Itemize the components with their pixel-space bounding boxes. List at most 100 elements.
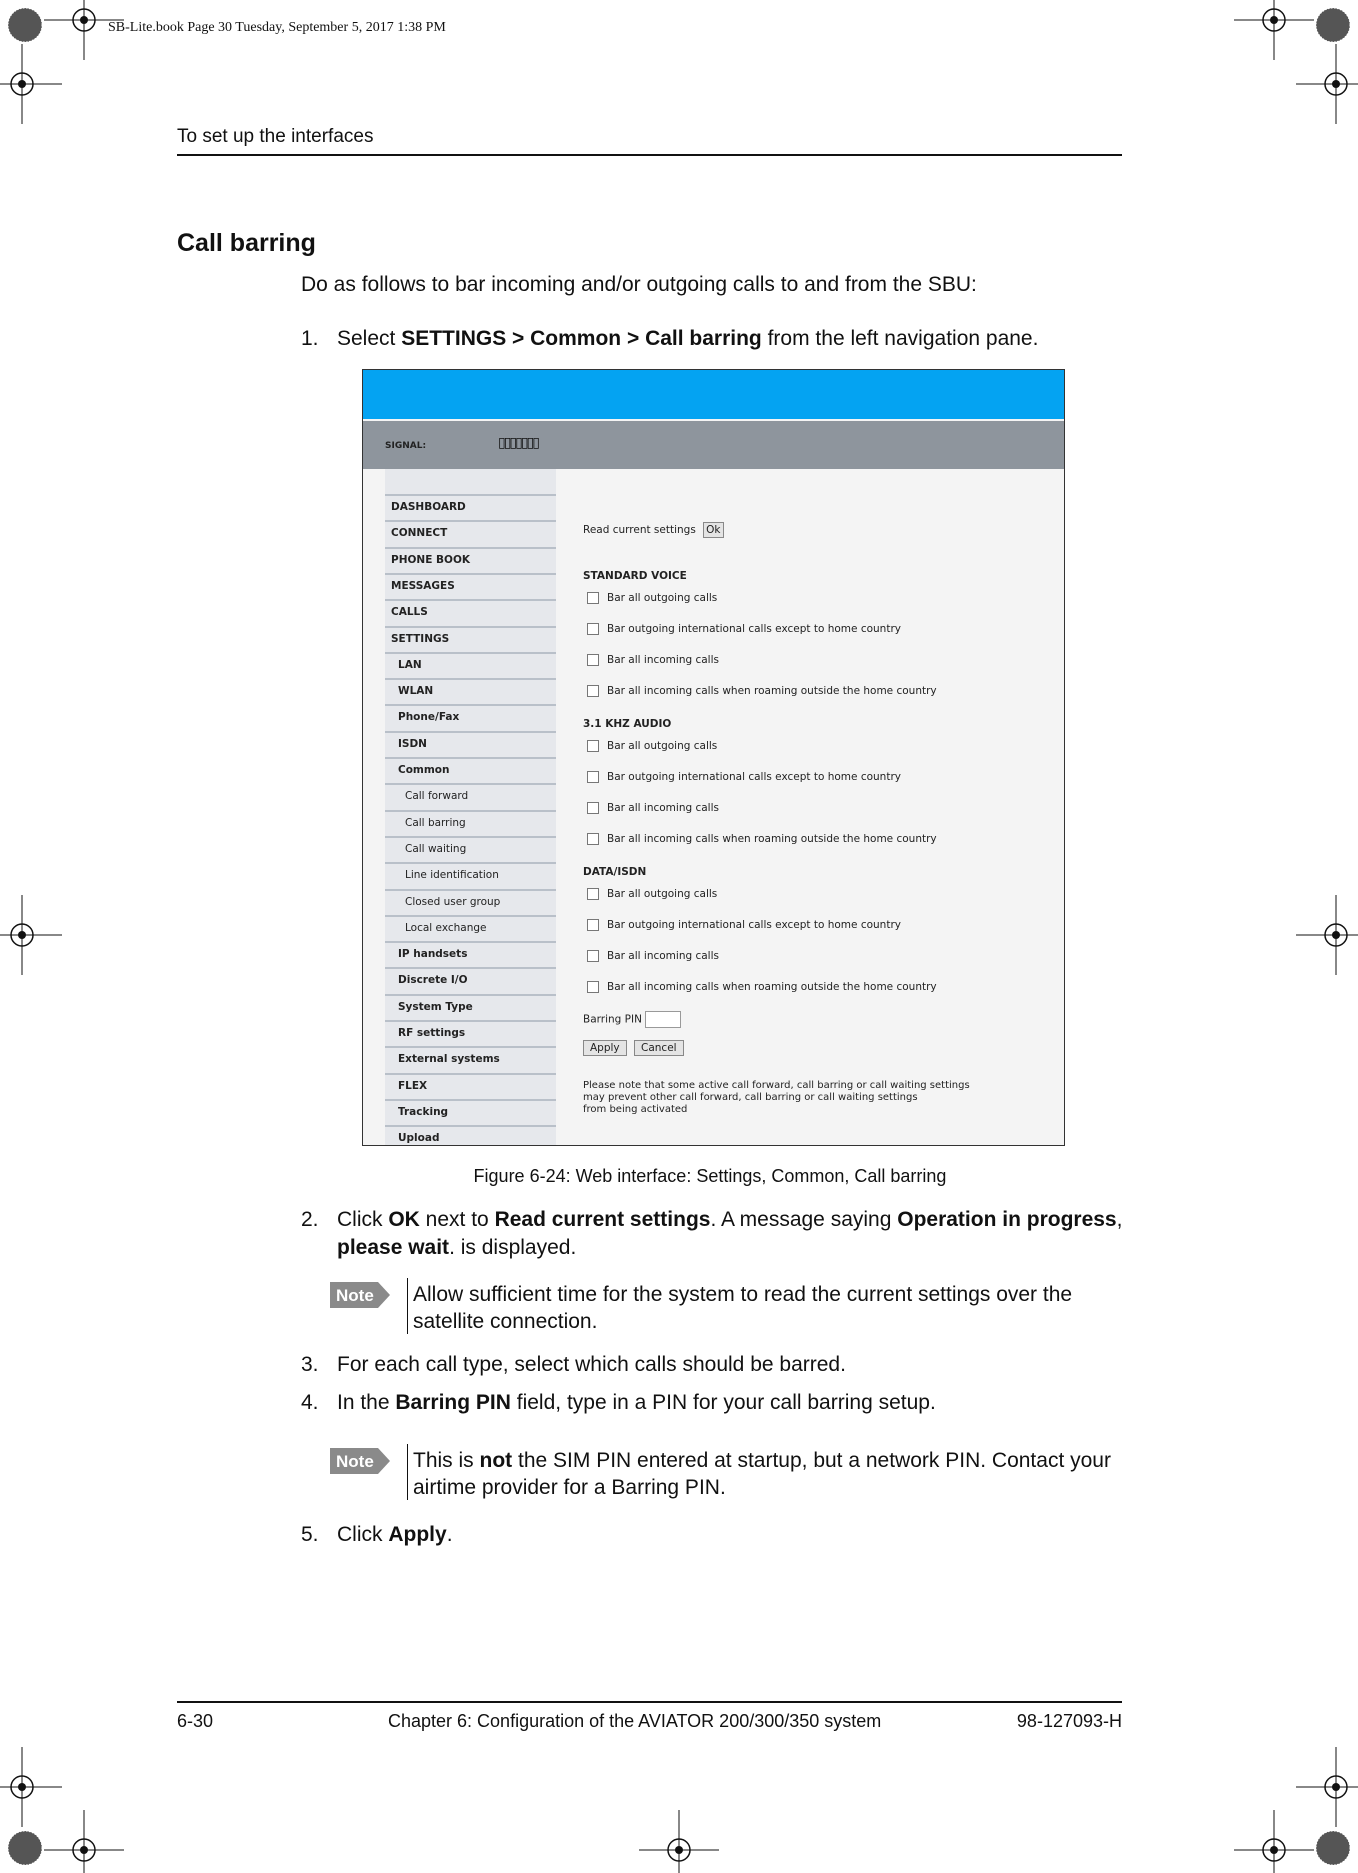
footer-page-number: 6-30 xyxy=(177,1711,214,1731)
nav-item[interactable]: MESSAGES xyxy=(385,572,556,597)
checkbox[interactable] xyxy=(587,592,599,604)
bold-text: not xyxy=(479,1449,513,1472)
checkbox[interactable] xyxy=(587,888,599,900)
note-text: Allow sufficient time for the system to … xyxy=(413,1283,1073,1306)
note-label: Note xyxy=(336,1452,374,1471)
nav-item[interactable]: External systems xyxy=(385,1046,556,1070)
nav-item[interactable]: Tracking xyxy=(385,1098,556,1123)
note-divider xyxy=(407,1278,408,1334)
option-label: Bar all outgoing calls xyxy=(607,740,718,752)
checkbox[interactable] xyxy=(587,981,599,993)
barring-option: Bar all incoming calls xyxy=(587,802,719,814)
cancel-button[interactable]: Cancel xyxy=(634,1040,684,1056)
running-head: To set up the interfaces xyxy=(177,126,374,147)
barring-option: Bar all incoming calls xyxy=(587,654,719,666)
registration-mark-icon xyxy=(1296,44,1358,124)
nav-item[interactable]: RF settings xyxy=(385,1020,556,1044)
menu-path: SETTINGS > Common > Call barring xyxy=(401,327,762,350)
note-text: the SIM PIN entered at startup, but a ne… xyxy=(512,1449,1111,1472)
nav-item[interactable]: SETTINGS xyxy=(385,625,556,650)
note-label: Note xyxy=(336,1286,374,1305)
ok-button[interactable]: Ok xyxy=(703,522,724,538)
nav-item[interactable]: CONNECT xyxy=(385,520,556,544)
step-5: 5. Click Apply. xyxy=(301,1523,453,1547)
nav-item[interactable]: System Type xyxy=(385,993,556,1018)
text: . A message saying xyxy=(710,1208,898,1231)
option-label: Bar all outgoing calls xyxy=(607,888,718,900)
nav-item[interactable]: CALLS xyxy=(385,599,556,623)
nav-item[interactable]: DASHBOARD xyxy=(385,494,556,518)
bold-text: please wait xyxy=(337,1236,450,1259)
nav-item[interactable]: Call forward xyxy=(385,783,556,807)
step-number: 3. xyxy=(301,1353,319,1376)
text: . is displayed. xyxy=(449,1236,577,1259)
text: Click xyxy=(337,1523,389,1546)
color-target-icon xyxy=(7,1830,43,1866)
figure-caption: Figure 6-24: Web interface: Settings, Co… xyxy=(473,1166,947,1186)
barring-pin-input[interactable] xyxy=(645,1011,682,1028)
option-label: Bar all incoming calls xyxy=(607,802,719,814)
nav-item[interactable]: WLAN xyxy=(385,678,556,702)
nav-item[interactable]: ISDN xyxy=(385,730,556,755)
nav-item[interactable]: IP handsets xyxy=(385,941,556,965)
barring-pin-row: Barring PIN xyxy=(583,1011,682,1028)
note-badge-icon: Note xyxy=(330,1448,390,1474)
bold-text: OK xyxy=(388,1208,420,1231)
print-header: SB-Lite.book Page 30 Tuesday, September … xyxy=(108,20,446,35)
option-label: Bar all incoming calls xyxy=(607,654,719,666)
section-heading: DATA/ISDN xyxy=(583,866,647,878)
checkbox[interactable] xyxy=(587,771,599,783)
option-label: Bar outgoing international calls except … xyxy=(607,771,901,783)
nav-item[interactable]: Closed user group xyxy=(385,888,556,913)
nav-item[interactable]: Line identification xyxy=(385,862,556,886)
nav-item[interactable]: Call waiting xyxy=(385,835,556,860)
registration-mark-icon xyxy=(0,44,62,124)
step-number: 5. xyxy=(301,1523,319,1546)
text: For each call type, select which calls s… xyxy=(337,1353,846,1376)
document-page: SB-Lite.book Page 30 Tuesday, September … xyxy=(0,0,1358,1873)
bold-text: Operation in progress xyxy=(897,1208,1117,1231)
signal-label: SIGNAL: xyxy=(385,441,427,451)
nav-item[interactable]: Call barring xyxy=(385,809,556,834)
option-label: Bar all incoming calls when roaming outs… xyxy=(607,981,937,993)
checkbox[interactable] xyxy=(587,740,599,752)
checkbox[interactable] xyxy=(587,950,599,962)
read-settings-label: Read current settings xyxy=(583,524,696,536)
color-target-icon xyxy=(1315,7,1351,43)
checkbox[interactable] xyxy=(587,685,599,697)
color-target-icon xyxy=(7,7,43,43)
barring-option: Bar all incoming calls when roaming outs… xyxy=(587,685,937,697)
barring-option: Bar all incoming calls when roaming outs… xyxy=(587,981,937,993)
barring-option: Bar all outgoing calls xyxy=(587,592,717,604)
notice-line: from being activated xyxy=(583,1104,688,1115)
checkbox[interactable] xyxy=(587,623,599,635)
nav-item[interactable]: PHONE BOOK xyxy=(385,546,556,571)
nav-item[interactable]: Common xyxy=(385,757,556,781)
section-title: Call barring xyxy=(177,229,316,257)
checkbox[interactable] xyxy=(587,919,599,931)
step-3: 3. For each call type, select which call… xyxy=(301,1353,846,1377)
apply-button[interactable]: Apply xyxy=(583,1040,627,1056)
note-badge-icon: Note xyxy=(330,1282,390,1308)
checkbox[interactable] xyxy=(587,833,599,845)
checkbox[interactable] xyxy=(587,654,599,666)
checkbox[interactable] xyxy=(587,802,599,814)
read-settings-row: Read current settings Ok xyxy=(583,522,724,538)
barring-option: Bar all incoming calls xyxy=(587,950,719,962)
barring-option: Bar all outgoing calls xyxy=(587,888,717,900)
nav-item[interactable]: Phone/Fax xyxy=(385,704,556,728)
nav-item[interactable]: Local exchange xyxy=(385,914,556,939)
bold-text: Read current settings xyxy=(494,1208,711,1231)
section-heading: 3.1 KHZ AUDIO xyxy=(583,718,672,730)
footer-doc-number: 98-127093-H xyxy=(1016,1711,1122,1731)
web-interface-screenshot: SIGNAL: ▯▯▯▯▯▯▯ DASHBOARD CONNECT PHONE BO… xyxy=(362,369,1065,1146)
nav-item[interactable]: Upload xyxy=(385,1125,556,1145)
option-label: Bar outgoing international calls except … xyxy=(607,919,901,931)
nav-item[interactable]: FLEX xyxy=(385,1072,556,1097)
footer-rule xyxy=(177,1701,1122,1703)
note-text: airtime provider for a Barring PIN. xyxy=(413,1476,726,1499)
footer-chapter: Chapter 6: Configuration of the AVIATOR … xyxy=(388,1711,882,1731)
nav-item[interactable]: Discrete I/O xyxy=(385,967,556,991)
nav-item[interactable]: LAN xyxy=(385,651,556,676)
option-label: Bar all outgoing calls xyxy=(607,592,718,604)
